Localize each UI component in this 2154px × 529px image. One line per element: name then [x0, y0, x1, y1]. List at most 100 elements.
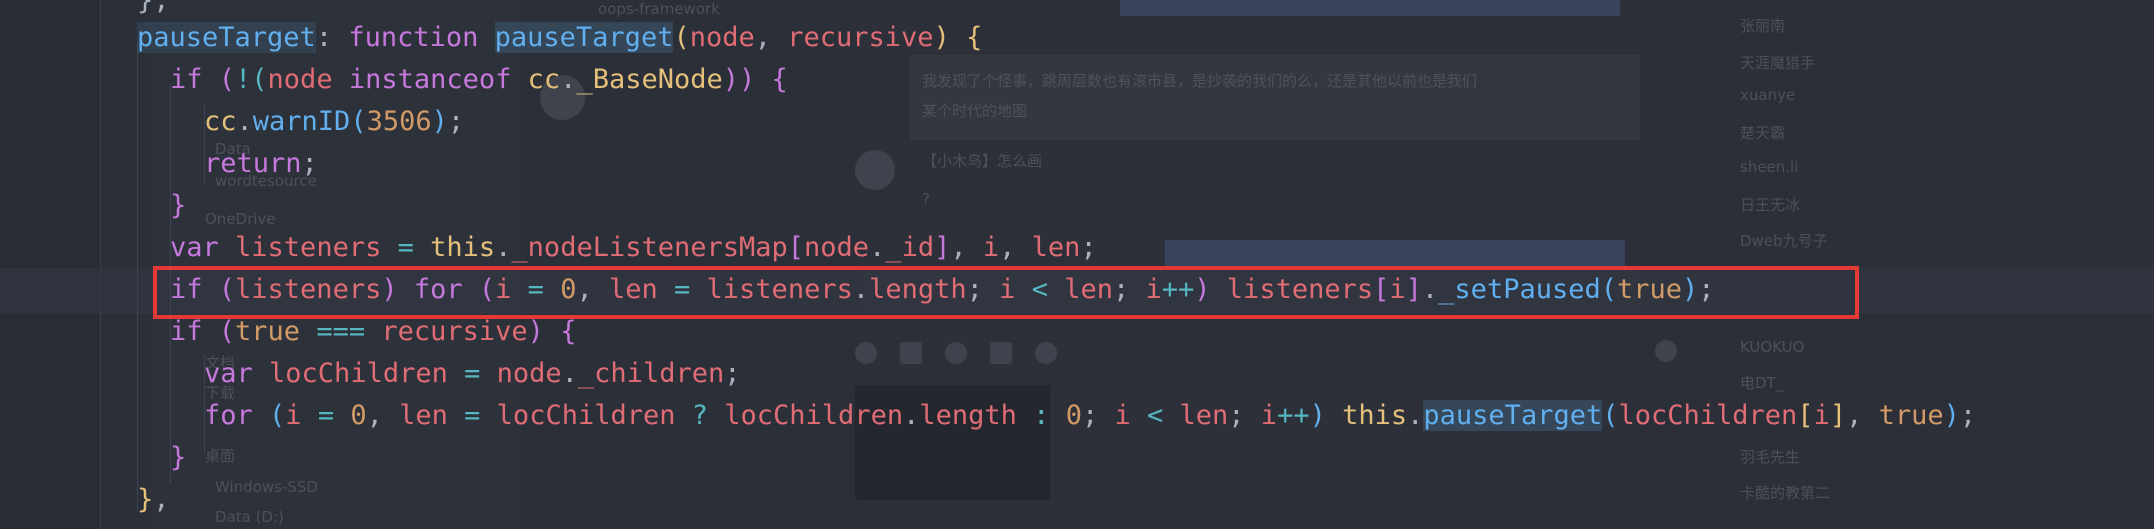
code-token: warnID: [252, 106, 351, 137]
code-token: locChildren: [708, 400, 904, 431]
code-token: ]: [934, 232, 951, 263]
code-token: (: [202, 316, 236, 347]
code-token: _BaseNode: [576, 64, 723, 95]
code-token: .: [869, 232, 886, 263]
code-token: ,: [366, 400, 400, 431]
code-token: pauseTarget: [137, 22, 316, 53]
code-token: (: [1602, 400, 1619, 431]
code-token: var: [170, 232, 219, 263]
code-token: ,: [153, 484, 170, 515]
code-token: =: [464, 400, 481, 431]
code-token: ): [933, 22, 950, 53]
code-token: (: [350, 106, 367, 137]
code-line[interactable]: if (!(node instanceof cc._BaseNode)) {: [170, 59, 788, 101]
code-editor[interactable]: }; pauseTarget: function pauseTarget(node…: [0, 0, 2154, 529]
code-token: }: [137, 484, 154, 515]
code-line[interactable]: pauseTarget: function pauseTarget(node, …: [137, 17, 982, 59]
code-token: i: [1260, 400, 1278, 431]
code-line[interactable]: for (i = 0, len = locChildren ? locChild…: [204, 395, 1976, 437]
code-token: }: [170, 190, 187, 221]
annotation-highlight-box: [153, 266, 1859, 319]
code-token: var: [204, 358, 253, 389]
code-token: 0: [1065, 400, 1082, 431]
code-token: .: [561, 358, 578, 389]
code-line[interactable]: return;: [204, 143, 318, 185]
code-token: (: [252, 400, 286, 431]
code-token: ++: [1277, 400, 1310, 431]
code-token: locChildren: [480, 400, 692, 431]
code-token: cc: [527, 64, 561, 95]
code-token: ): [1943, 400, 1960, 431]
code-token: 0: [350, 400, 367, 431]
code-token: .: [236, 106, 253, 137]
code-token: _nodeListenersMap: [511, 232, 788, 263]
code-line[interactable]: }: [170, 185, 186, 227]
code-token: {: [543, 316, 577, 347]
code-token: this: [1342, 400, 1408, 431]
code-token: cc: [204, 106, 237, 137]
code-token: ;: [1228, 400, 1261, 431]
code-token: _children: [577, 358, 725, 389]
code-token: recursive: [787, 22, 934, 53]
code-token: ===: [316, 316, 366, 347]
code-token: node: [804, 232, 870, 263]
code-token: (: [202, 64, 236, 95]
code-token: [: [1797, 400, 1814, 431]
code-token: ]: [1829, 400, 1847, 431]
code-token: node: [480, 358, 562, 389]
code-token: len: [1163, 400, 1229, 431]
code-token: ;: [1081, 400, 1115, 431]
code-token: ): [527, 316, 544, 347]
code-token: .: [1407, 400, 1424, 431]
code-token: length: [919, 400, 1034, 431]
code-token: ;: [1959, 400, 1977, 431]
code-token: i: [982, 232, 1000, 263]
code-line[interactable]: cc.warnID(3506);: [204, 101, 464, 143]
code-token: len: [1031, 232, 1081, 263]
code-token: locChildren: [1618, 400, 1798, 431]
code-token: {: [949, 22, 983, 53]
code-token: listeners: [218, 232, 398, 263]
code-token: .: [903, 400, 920, 431]
code-token: i: [285, 400, 318, 431]
code-token: node: [689, 22, 755, 53]
code-token: recursive: [365, 316, 528, 347]
code-token: ?: [691, 400, 709, 431]
code-token: }: [170, 442, 187, 473]
code-token: {: [755, 64, 788, 95]
code-token: <: [1146, 400, 1164, 431]
code-token: _id: [885, 232, 935, 263]
code-token: pauseTarget: [494, 22, 674, 53]
code-token: ,: [950, 232, 983, 263]
code-token: node: [267, 64, 333, 95]
code-token: i: [1114, 400, 1147, 431]
code-line[interactable]: var listeners = this._nodeListenersMap[n…: [170, 227, 1097, 269]
code-token: instanceof: [332, 64, 528, 95]
code-line[interactable]: var locChildren = node._children;: [204, 353, 741, 395]
code-token: if: [170, 64, 203, 95]
code-token: i: [1813, 400, 1830, 431]
code-token: (: [673, 22, 690, 53]
code-token: =: [317, 400, 335, 431]
code-token: pauseTarget: [1423, 400, 1603, 431]
code-token: return: [204, 148, 302, 179]
code-token: locChildren: [252, 358, 465, 389]
code-token: .: [560, 64, 577, 95]
code-token: if: [170, 316, 203, 347]
code-token: true: [1878, 400, 1944, 431]
code-token: };: [137, 0, 170, 16]
code-line[interactable]: },: [137, 479, 170, 521]
code-token: !(: [235, 64, 268, 95]
code-token: 3506: [366, 106, 432, 137]
code-token: =: [397, 232, 414, 263]
code-token: ;: [301, 148, 318, 179]
code-token: true: [235, 316, 301, 347]
code-line[interactable]: }: [170, 437, 186, 479]
code-token: ,: [1846, 400, 1879, 431]
